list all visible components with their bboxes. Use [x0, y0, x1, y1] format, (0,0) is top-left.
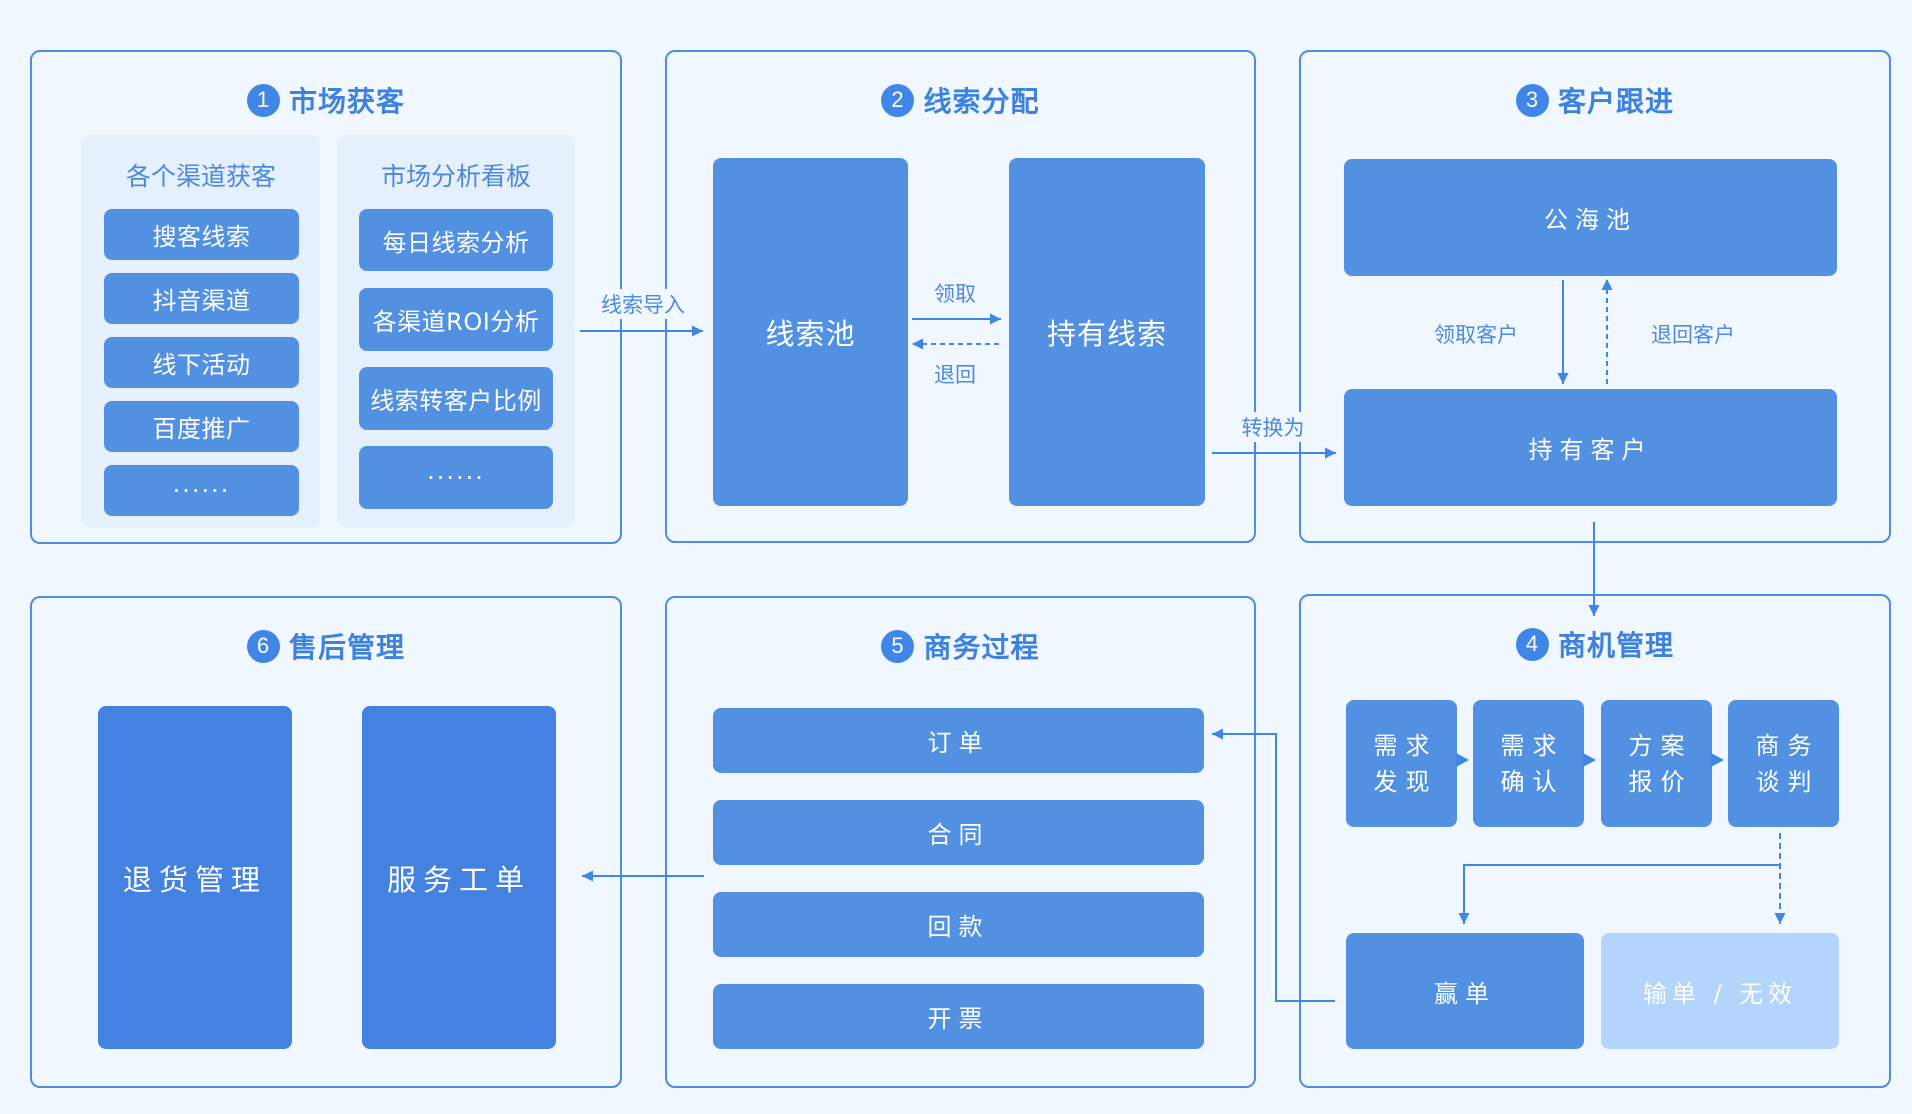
contract-box[interactable]: 合同	[713, 800, 1204, 865]
channel-item[interactable]: 搜客线索	[104, 209, 299, 260]
panel-title-text: 客户跟进	[1557, 85, 1674, 118]
invoice-box[interactable]: 开票	[713, 984, 1204, 1049]
dashboard-item[interactable]: 线索转客户比例	[359, 367, 553, 430]
step-number-badge: 2	[881, 83, 915, 117]
won-deal-box[interactable]: 赢单	[1346, 933, 1584, 1049]
return-customer-label: 退回客户	[1651, 323, 1735, 347]
claim-label: 领取	[931, 278, 979, 308]
stage-demand-confirm[interactable]: 需求 确认	[1473, 700, 1584, 827]
panel-after-sales: 6 售后管理 退货管理 服务工单	[30, 596, 622, 1088]
panel-customer-follow-up: 3 客户跟进 公海池 持有客户	[1299, 50, 1891, 543]
channels-column: 各个渠道获客 搜客线索 抖音渠道 线下活动 百度推广 ······	[82, 135, 320, 528]
step-number-badge: 6	[246, 629, 280, 663]
panel-title-text: 售后管理	[288, 631, 405, 664]
held-leads-box[interactable]: 持有线索	[1009, 158, 1205, 506]
step-number-badge: 5	[881, 629, 915, 663]
channel-item[interactable]: 抖音渠道	[104, 273, 299, 324]
panel-title-text: 线索分配	[923, 85, 1040, 118]
dashboard-item[interactable]: 每日线索分析	[359, 209, 553, 271]
channels-title: 各个渠道获客	[125, 162, 276, 191]
step-number-badge: 4	[1515, 627, 1549, 661]
panel-title: 1 市场获客	[32, 80, 620, 120]
panel-title: 3 客户跟进	[1301, 80, 1889, 120]
panel-title: 5 商务过程	[667, 626, 1254, 666]
panel-title: 4 商机管理	[1301, 624, 1889, 664]
order-box[interactable]: 订单	[713, 708, 1204, 773]
stage-demand-discovery[interactable]: 需求 发现	[1346, 700, 1457, 827]
service-ticket-box[interactable]: 服务工单	[362, 706, 556, 1049]
payment-box[interactable]: 回款	[713, 892, 1204, 957]
panel-business-process: 5 商务过程 订单 合同 回款 开票	[665, 596, 1256, 1088]
channel-item-more[interactable]: ······	[104, 465, 299, 516]
panel-title: 6 售后管理	[32, 626, 620, 666]
stage-negotiation[interactable]: 商务 谈判	[1728, 700, 1839, 827]
panel-opportunity-management: 4 商机管理 需求 发现 需求 确认 方案 报价 商务 谈判 赢单 输单 / 无…	[1299, 594, 1891, 1088]
lead-pool-box[interactable]: 线索池	[713, 158, 908, 506]
panel-title-text: 市场获客	[288, 85, 405, 118]
claim-customer-label: 领取客户	[1434, 323, 1518, 347]
returns-management-box[interactable]: 退货管理	[98, 706, 292, 1049]
dashboard-title: 市场分析看板	[380, 162, 531, 191]
panel-title-text: 商机管理	[1557, 629, 1674, 662]
dashboard-column: 市场分析看板 每日线索分析 各渠道ROI分析 线索转客户比例 ······	[338, 135, 574, 528]
channel-item[interactable]: 百度推广	[104, 401, 299, 452]
import-label: 线索导入	[598, 289, 688, 319]
return-label: 退回	[931, 359, 979, 389]
held-customers-box[interactable]: 持有客户	[1344, 389, 1837, 506]
lost-deal-box[interactable]: 输单 / 无效	[1601, 933, 1839, 1049]
dashboard-item[interactable]: 各渠道ROI分析	[359, 288, 553, 351]
panel-market-acquisition: 1 市场获客 各个渠道获客 搜客线索 抖音渠道 线下活动 百度推广 ······…	[30, 50, 622, 544]
dashboard-item-more[interactable]: ······	[359, 446, 553, 509]
step-number-badge: 1	[246, 83, 280, 117]
public-pool-box[interactable]: 公海池	[1344, 159, 1837, 276]
panel-title: 2 线索分配	[667, 80, 1254, 120]
step-number-badge: 3	[1515, 83, 1549, 117]
stage-proposal-quote[interactable]: 方案 报价	[1601, 700, 1712, 827]
panel-title-text: 商务过程	[923, 631, 1040, 664]
channel-item[interactable]: 线下活动	[104, 337, 299, 388]
convert-label: 转换为	[1238, 412, 1308, 442]
